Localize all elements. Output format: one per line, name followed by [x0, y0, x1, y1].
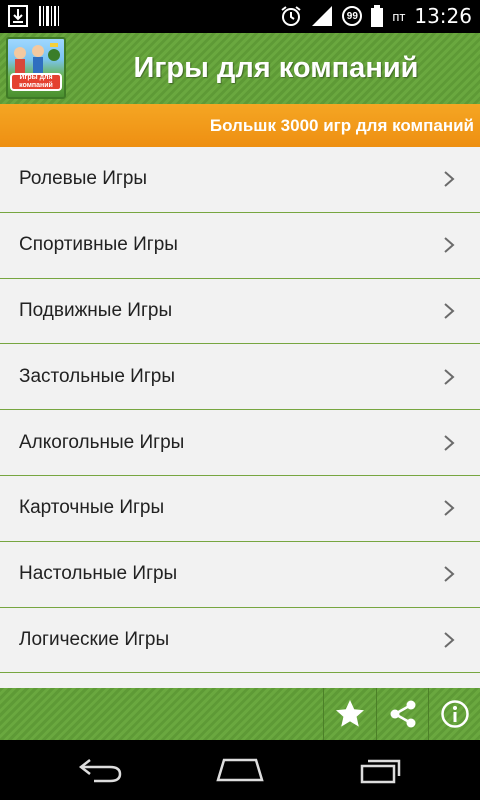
chevron-right-icon [444, 566, 455, 582]
category-item-card[interactable]: Карточные Игры [0, 475, 480, 542]
category-list: Ролевые Игры Спортивные Игры Подвижные И… [0, 147, 480, 688]
recents-icon [360, 759, 401, 784]
status-bar-day: пт [392, 8, 406, 24]
star-icon [335, 700, 364, 727]
info-icon [440, 700, 469, 728]
share-button[interactable] [376, 688, 428, 740]
chevron-right-icon [444, 500, 455, 517]
app-title: Игры для компаний [133, 52, 419, 84]
status-bar: 99 пт 13:26 [0, 0, 480, 33]
status-bar-time: 13:26 [414, 4, 472, 28]
logo-text-line1: Игры для [19, 74, 53, 81]
chevron-right-icon [444, 237, 455, 253]
category-label: Спортивные Игры [19, 234, 178, 256]
logo-text-line2: компаний [19, 82, 53, 89]
category-item-sport[interactable]: Спортивные Игры [0, 212, 480, 279]
battery-icon [371, 5, 384, 27]
category-item-board[interactable]: Настольные Игры [0, 541, 480, 608]
app-header: Игры для компаний Игры для компаний [0, 33, 480, 104]
bottom-action-bar [0, 688, 480, 740]
category-item-table[interactable]: Застольные Игры [0, 344, 480, 411]
category-item-logic[interactable]: Логические Игры [0, 607, 480, 674]
category-item-role[interactable]: Ролевые Игры [0, 147, 480, 213]
logo-text: Игры для компаний [10, 73, 62, 91]
nav-home-button[interactable] [210, 754, 270, 786]
category-label: Подвижные Игры [19, 299, 173, 321]
category-label: Ролевые Игры [19, 168, 148, 190]
share-icon [390, 700, 415, 728]
status-bar-system: 99 пт 13:26 [280, 4, 472, 28]
chevron-right-icon [444, 303, 455, 319]
chevron-right-icon [444, 369, 455, 385]
system-navigation-bar [0, 740, 480, 800]
app-logo[interactable]: Игры для компаний [6, 37, 66, 99]
category-item-partial[interactable] [0, 673, 480, 688]
home-icon [216, 758, 264, 782]
info-button[interactable] [428, 688, 480, 740]
chevron-right-icon [444, 171, 455, 188]
category-label: Застольные Игры [19, 365, 175, 387]
chevron-right-icon [444, 632, 455, 648]
chevron-right-icon [444, 434, 455, 451]
category-label: Алкогольные Игры [19, 431, 185, 453]
alarm-icon [281, 6, 301, 26]
barcode-icon [39, 6, 59, 26]
nav-recents-button[interactable] [350, 754, 410, 786]
favorites-button[interactable] [323, 688, 375, 740]
download-icon [8, 5, 28, 27]
category-item-active[interactable]: Подвижные Игры [0, 278, 480, 345]
notification-count-badge: 99 [342, 6, 363, 26]
category-label: Карточные Игры [19, 497, 165, 519]
nav-back-button[interactable] [70, 754, 130, 786]
promo-banner[interactable]: Большк 3000 игр для компаний [0, 104, 480, 147]
status-bar-notifications [8, 5, 60, 27]
category-item-alcohol[interactable]: Алкогольные Игры [0, 410, 480, 476]
back-icon [78, 759, 122, 783]
category-label: Логические Игры [19, 628, 170, 650]
category-label: Настольные Игры [19, 563, 178, 585]
signal-icon [312, 6, 333, 26]
